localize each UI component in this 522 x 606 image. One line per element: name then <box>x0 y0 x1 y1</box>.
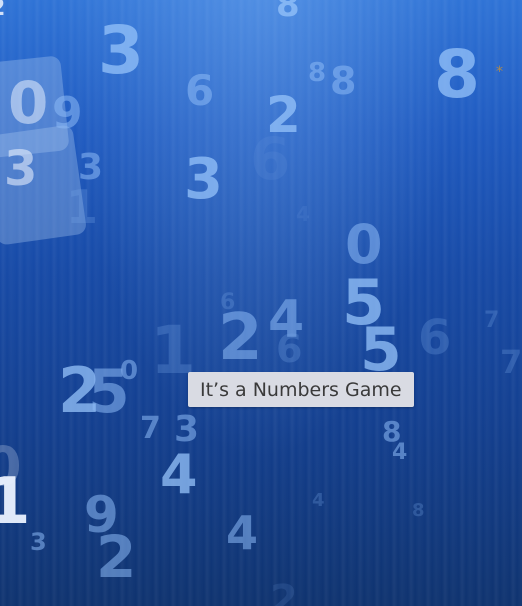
floating-digit: 1 <box>0 465 31 539</box>
floating-digit: 0 <box>120 356 139 386</box>
floating-digit: 7 <box>500 343 522 381</box>
floating-digit: 6 <box>185 66 215 115</box>
floating-digit: 8 <box>308 58 327 88</box>
floating-digit: 8 <box>276 0 300 25</box>
floating-digit: 6 <box>276 327 303 371</box>
floating-digit: 3 <box>4 141 38 197</box>
floating-digit: 2 <box>0 0 5 20</box>
floating-digit: 0 <box>8 69 49 137</box>
floating-digit: 8 <box>434 36 480 113</box>
floating-digit: 4 <box>392 440 408 465</box>
floating-digit: 5 <box>360 315 402 385</box>
tooltip: It’s a Numbers Game <box>188 372 414 407</box>
sparkle-icon: * <box>496 64 503 80</box>
artwork-background: 8 3 6 8 8 8 2 0 9 3 3 6 3 1 0 5 6 2 4 6 … <box>0 0 522 606</box>
floating-digit: 9 <box>52 88 83 139</box>
floating-digit: 2 <box>218 301 263 375</box>
floating-digit: 4 <box>160 443 198 506</box>
floating-digit: 6 <box>250 125 291 193</box>
floating-digit: 7 <box>484 308 500 333</box>
floating-digit: 2 <box>270 577 298 606</box>
tooltip-text: It’s a Numbers Game <box>200 378 402 401</box>
floating-digit: 3 <box>30 528 47 556</box>
floating-digit: 6 <box>418 310 452 366</box>
floating-digit: 1 <box>66 180 99 234</box>
floating-digit: 4 <box>226 506 259 560</box>
floating-digit: 3 <box>184 147 223 212</box>
floating-digit: 2 <box>96 523 137 591</box>
floating-digit: 8 <box>330 59 357 103</box>
floating-digit: 4 <box>312 490 325 511</box>
floating-digit: 7 <box>140 411 161 446</box>
floating-digit: 8 <box>412 500 425 521</box>
floating-digit: 4 <box>296 202 310 226</box>
floating-digit: 0 <box>345 213 383 276</box>
floating-digit: 3 <box>98 12 144 89</box>
